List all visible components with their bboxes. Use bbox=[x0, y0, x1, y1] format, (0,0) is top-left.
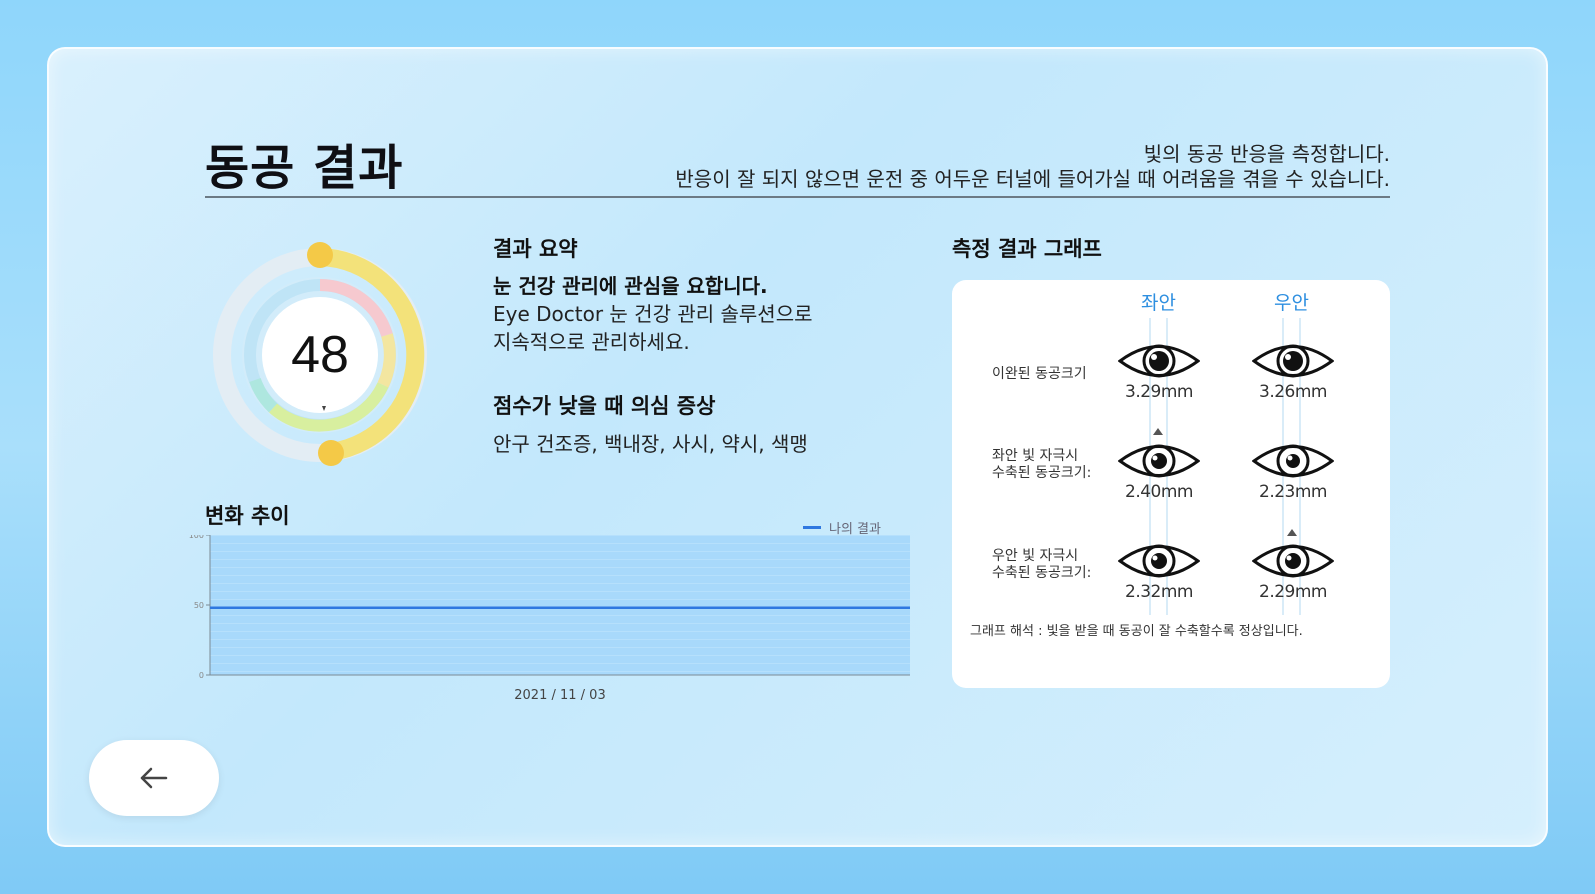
y-tick-label: 50 bbox=[194, 601, 204, 610]
back-button[interactable] bbox=[89, 740, 219, 816]
row-1-right-value: 3.26mm bbox=[1259, 382, 1327, 402]
title-divider bbox=[205, 196, 1390, 198]
eye-icon bbox=[1252, 344, 1334, 378]
row-2-label: 좌안 빛 자극시 수축된 동공크기: bbox=[992, 448, 1092, 481]
trend-chart: 0 50 100 2021 / 11 / 03 bbox=[189, 535, 910, 703]
right-eye-label: 우안 bbox=[1274, 292, 1309, 314]
description-line-2: 반응이 잘 되지 않으면 운전 중 어두운 터널에 들어가실 때 어려움을 겪을… bbox=[675, 167, 1390, 191]
summary-headline: 눈 건강 관리에 관심을 요합니다. bbox=[493, 274, 768, 298]
symptoms-heading: 점수가 낮을 때 의심 증상 bbox=[493, 394, 716, 418]
eye-icon bbox=[1118, 344, 1200, 378]
row-3-left-value: 2.32mm bbox=[1125, 582, 1193, 602]
graph-note: 그래프 해석 : 빛을 받을 때 동공이 잘 수축할수록 정상입니다. bbox=[970, 624, 1303, 639]
summary-heading: 결과 요약 bbox=[493, 237, 578, 261]
y-tick-label: 100 bbox=[189, 535, 204, 540]
eye-icon bbox=[1252, 444, 1334, 478]
eye-icon bbox=[1118, 544, 1200, 578]
left-eye-label: 좌안 bbox=[1141, 292, 1176, 314]
graph-heading: 측정 결과 그래프 bbox=[952, 237, 1102, 261]
right-marker bbox=[1287, 529, 1297, 536]
y-tick-group: 0 50 100 bbox=[189, 535, 210, 680]
row-2-left-value: 2.40mm bbox=[1125, 482, 1193, 502]
description-line-1: 빛의 동공 반응을 측정합니다. bbox=[1143, 142, 1390, 166]
row-3-label: 우안 빛 자극시 수축된 동공크기: bbox=[992, 548, 1092, 581]
row-1-label: 이완된 동공크기 bbox=[992, 366, 1087, 382]
trend-heading: 변화 추이 bbox=[205, 504, 290, 528]
legend-swatch bbox=[803, 526, 821, 529]
row-3-right-value: 2.29mm bbox=[1259, 582, 1327, 602]
x-tick-label: 2021 / 11 / 03 bbox=[514, 688, 605, 703]
symptoms-list: 안구 건조증, 백내장, 사시, 약시, 색맹 bbox=[493, 432, 808, 456]
page-description: 빛의 동공 반응을 측정합니다. 반응이 잘 되지 않으면 운전 중 어두운 터… bbox=[675, 142, 1390, 192]
y-tick-label: 0 bbox=[199, 671, 204, 680]
summary-body-line-2: 지속적으로 관리하세요. bbox=[493, 330, 690, 354]
arrow-left-icon bbox=[140, 767, 168, 789]
row-2-right-value: 2.23mm bbox=[1259, 482, 1327, 502]
row-1-left-value: 3.29mm bbox=[1125, 382, 1193, 402]
eye-icon bbox=[1118, 444, 1200, 478]
eye-icon bbox=[1252, 544, 1334, 578]
score-gauge: 48 bbox=[205, 240, 435, 470]
left-marker bbox=[1153, 428, 1163, 435]
summary-body-line-1: Eye Doctor 눈 건강 관리 솔루션으로 bbox=[493, 302, 813, 326]
score-value: 48 bbox=[291, 326, 349, 384]
page-title: 동공 결과 bbox=[205, 140, 404, 196]
plot-area bbox=[210, 535, 910, 675]
